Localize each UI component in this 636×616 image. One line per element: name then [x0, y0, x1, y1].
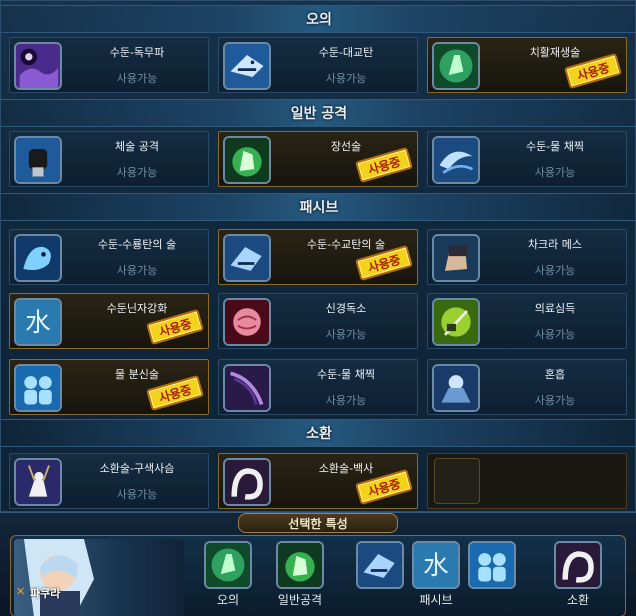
water-whip-icon: [432, 136, 480, 184]
water-dragon-icon: [14, 234, 62, 282]
poison-mist-icon: [14, 42, 62, 90]
skill-slot-taijutsu[interactable]: 체술 공격 사용가능: [9, 131, 209, 187]
skill-slot-water-dragon[interactable]: 수둔-수룡탄의 술 사용가능: [9, 229, 209, 285]
deer-icon: [14, 458, 62, 506]
section-header-passive: 패시브: [1, 193, 636, 221]
label-summon: 소환: [566, 593, 590, 607]
selected-passive-water-clone-icon[interactable]: [468, 541, 516, 589]
water-clone-icon: [14, 364, 62, 412]
selected-passive-water-kanji-icon[interactable]: 水: [412, 541, 460, 589]
skill-name: 의료심득: [534, 302, 576, 315]
healing-hand-icon: [432, 42, 480, 90]
skill-slot-empty[interactable]: [427, 453, 627, 509]
skill-slot-summon-deer[interactable]: 소환술-구색사슴 사용가능: [9, 453, 209, 509]
character-name: 파쿠라: [30, 587, 61, 600]
section-header-normal-attack: 일반 공격: [1, 99, 636, 127]
label-passive: 패시브: [419, 593, 453, 607]
skill-slot-nerve-toxin[interactable]: 신경독소 사용가능: [218, 293, 418, 349]
skill-slot-water-shark[interactable]: 수둔-수교탄의 술 사용중: [218, 229, 418, 285]
selected-normal-green-palm-icon[interactable]: [276, 541, 324, 589]
skill-status: 사용가능: [534, 166, 576, 179]
skill-slot-chakra-scalpel[interactable]: 차크라 메스 사용가능: [427, 229, 627, 285]
skill-panel: 오의 수둔-독무파 사용가능 수둔-대교탄 사용가능 치활재생술 사용중 일반 …: [0, 0, 636, 512]
skill-slot-mystical-palm[interactable]: 장선술 사용중: [218, 131, 418, 187]
skill-name: 수둔-독무파: [109, 46, 165, 59]
skill-slot-summon-white-snake[interactable]: 소환술-백사 사용중: [218, 453, 418, 509]
skill-name: 수둔-수룡탄의 술: [97, 238, 177, 251]
selected-passive-water-shark-icon[interactable]: [356, 541, 404, 589]
skill-name: 차크라 메스: [527, 238, 583, 251]
skill-status: 사용가능: [534, 328, 576, 341]
selected-summon-white-snake-icon[interactable]: [554, 541, 602, 589]
green-palm-icon: [223, 136, 271, 184]
skill-slot-water-clone[interactable]: 물 분신술 사용중: [9, 359, 209, 415]
medical-needle-icon: [432, 298, 480, 346]
skill-name: 수둔-대교탄: [318, 46, 374, 59]
shark-icon: [223, 42, 271, 90]
skill-slot-medical-insight[interactable]: 의료심득 사용가능: [427, 293, 627, 349]
water-kanji-icon: 水: [14, 298, 62, 346]
skill-status: 사용가능: [116, 264, 158, 277]
skill-name: 혼흡: [544, 368, 566, 381]
label-normal-attack: 일반공격: [277, 593, 323, 607]
selected-traits-title: 선택한 특성: [238, 513, 398, 533]
skill-name: 신경독소: [325, 302, 367, 315]
section-header-ougi: 오의: [1, 5, 636, 33]
svg-text:水: 水: [423, 551, 449, 581]
character-class-icon: ✕: [16, 585, 26, 598]
white-snake-icon: [223, 458, 271, 506]
skill-status: 사용가능: [534, 264, 576, 277]
selected-traits-bar: 선택한 특성 ✕ 파쿠라 오의 일반공격 水 패시브 소환: [0, 512, 636, 616]
svg-text:水: 水: [25, 308, 51, 338]
purple-whip-icon: [223, 364, 271, 412]
skill-slot-water-whip-2[interactable]: 수둔-물 채찍 사용가능: [218, 359, 418, 415]
skill-slot-healing[interactable]: 치활재생술 사용중: [427, 37, 627, 93]
label-ougi: 오의: [216, 593, 240, 607]
skill-name: 소환술-구색사슴: [99, 462, 175, 475]
skill-status: 사용가능: [116, 166, 158, 179]
skill-slot-water-ninja-boost[interactable]: 水 수둔닌자강화 사용중: [9, 293, 209, 349]
chakra-glove-icon: [432, 234, 480, 282]
water-shark-icon: [223, 234, 271, 282]
skill-status: 사용가능: [325, 328, 367, 341]
fist-icon: [14, 136, 62, 184]
skill-status: 사용가능: [534, 394, 576, 407]
selected-ougi-healing-hand-icon[interactable]: [204, 541, 252, 589]
skill-name: 체술 공격: [115, 140, 159, 153]
skill-status: 사용가능: [116, 72, 158, 85]
skill-slot-water-whip[interactable]: 수둔-물 채찍 사용가능: [427, 131, 627, 187]
skill-status: 사용가능: [325, 72, 367, 85]
skill-slot-shark[interactable]: 수둔-대교탄 사용가능: [218, 37, 418, 93]
skill-status: 사용가능: [116, 488, 158, 501]
chakra-hands-icon: [432, 364, 480, 412]
empty-slot-frame: [434, 458, 480, 504]
skill-status: 사용가능: [325, 394, 367, 407]
brain-icon: [223, 298, 271, 346]
character-portrait: [14, 539, 184, 616]
skill-name: 수둔-물 채찍: [316, 368, 376, 381]
skill-name: 수둔-물 채찍: [525, 140, 585, 153]
section-header-summon: 소환: [1, 419, 636, 447]
skill-slot-poison-mist[interactable]: 수둔-독무파 사용가능: [9, 37, 209, 93]
skill-slot-breathing[interactable]: 혼흡 사용가능: [427, 359, 627, 415]
